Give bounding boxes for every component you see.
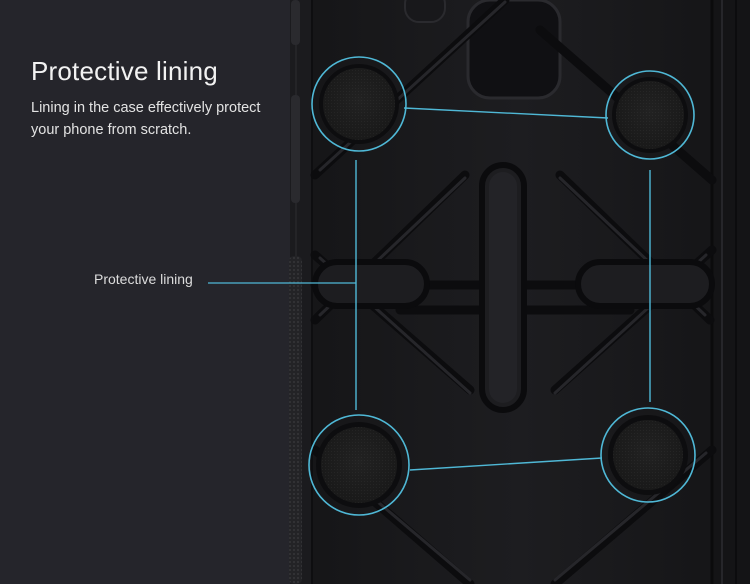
phone-case-illustration — [208, 0, 750, 584]
callout-label: Protective lining — [94, 271, 193, 287]
volume-button — [291, 95, 300, 203]
left-slot — [312, 259, 430, 309]
case-right-rim — [712, 0, 750, 584]
right-slot — [575, 259, 715, 309]
grip-strip — [289, 256, 302, 584]
lining-pad-bottom-left — [308, 414, 410, 516]
lining-pad-bottom-right — [600, 407, 696, 503]
camera-cutout — [466, 0, 562, 100]
feature-heading: Protective lining — [31, 56, 218, 86]
feature-description: Lining in the case effectively protect y… — [31, 100, 261, 138]
side-button-top — [291, 0, 300, 45]
product-feature-banner: Protective lining Lining in the case eff… — [0, 0, 750, 584]
lining-pad-top-right — [605, 70, 695, 160]
lining-pad-top-left — [311, 56, 407, 152]
sensor-cutout — [404, 0, 446, 23]
